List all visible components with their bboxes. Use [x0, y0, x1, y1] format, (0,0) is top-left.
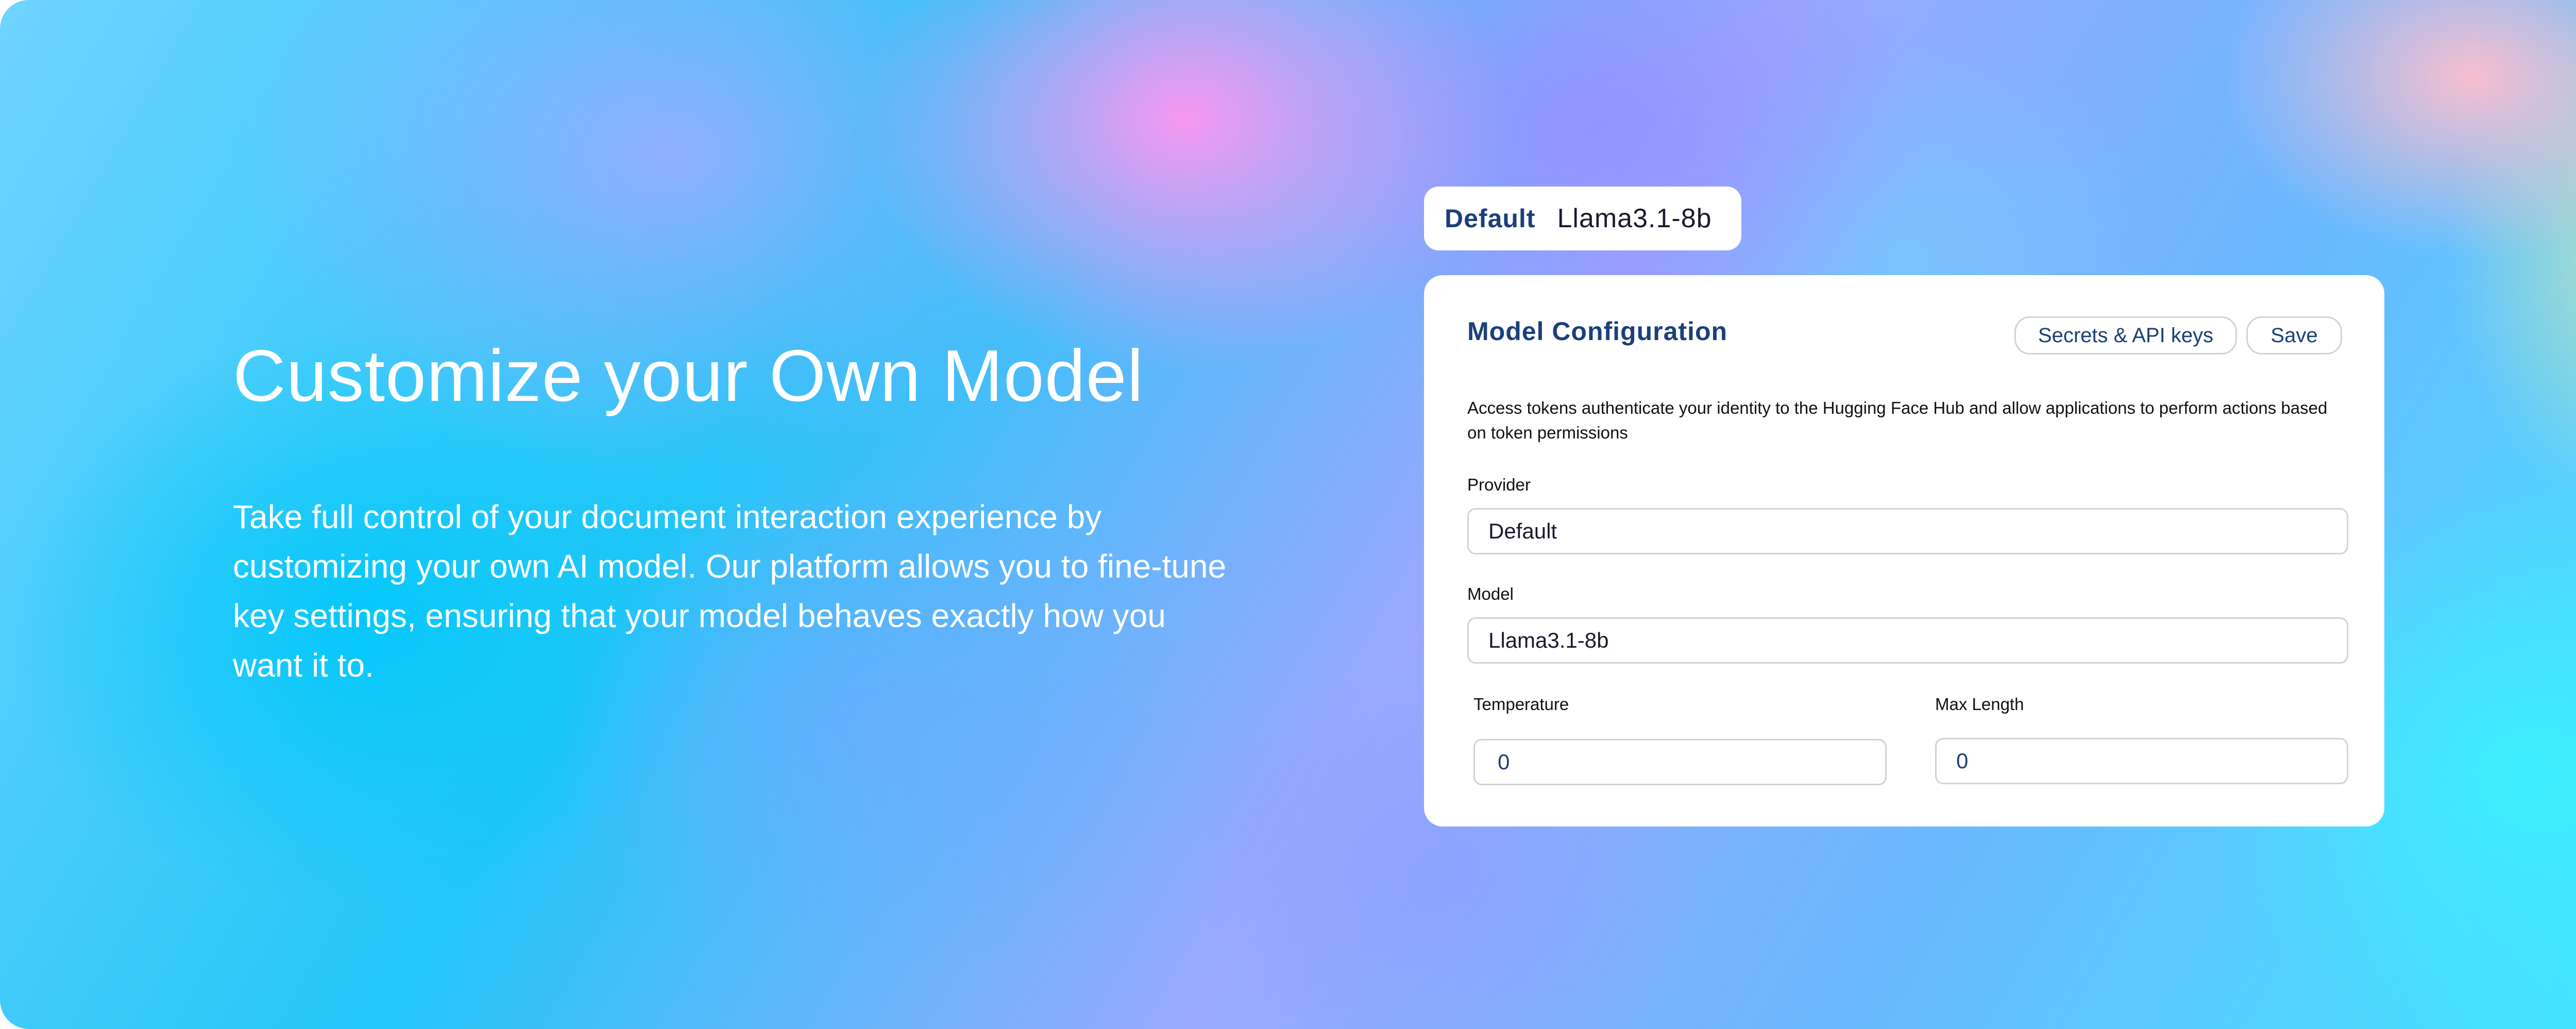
- secrets-api-keys-button[interactable]: Secrets & API keys: [2014, 316, 2237, 355]
- card-description: Access tokens authenticate your identity…: [1467, 398, 2328, 442]
- temperature-input[interactable]: [1473, 739, 1887, 785]
- temperature-label: Temperature: [1473, 695, 1569, 714]
- model-input[interactable]: [1467, 617, 2348, 664]
- provider-input[interactable]: [1467, 508, 2348, 554]
- hero-description: Take full control of your document inter…: [233, 498, 1226, 684]
- model-label: Model: [1467, 584, 1514, 603]
- hero-headline: Customize your Own Model: [233, 335, 1144, 417]
- active-provider-label: Default: [1445, 204, 1536, 233]
- save-button[interactable]: Save: [2246, 316, 2342, 355]
- max-length-input[interactable]: [1935, 738, 2348, 784]
- hero-banner: Customize your Own Model Take full contr…: [0, 0, 2576, 1029]
- model-configuration-card: Model Configuration Secrets & API keys S…: [1424, 275, 2384, 826]
- active-model-pill: Default Llama3.1-8b: [1424, 187, 1741, 250]
- provider-label: Provider: [1467, 475, 1531, 494]
- max-length-label: Max Length: [1935, 695, 2024, 714]
- active-model-name: Llama3.1-8b: [1557, 204, 1712, 233]
- card-title: Model Configuration: [1467, 317, 1728, 346]
